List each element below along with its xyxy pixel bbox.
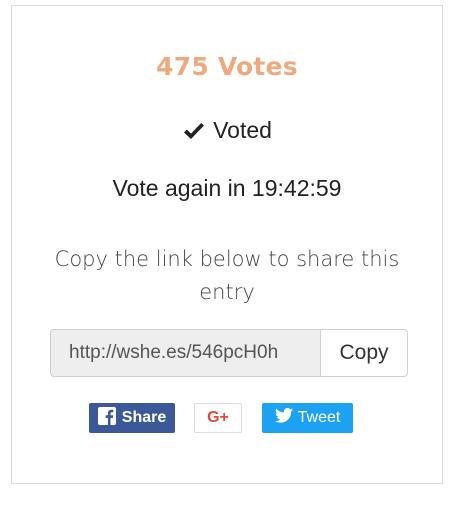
facebook-share-label: Share	[121, 409, 167, 426]
vote-again-countdown: Vote again in 19:42:59	[112, 175, 342, 201]
vote-count: 475 Votes	[156, 52, 298, 81]
google-plus-button[interactable]: G+	[194, 403, 242, 433]
share-link-field[interactable]	[50, 329, 320, 377]
twitter-bird-icon	[274, 408, 293, 428]
google-plus-label: G+	[207, 409, 229, 426]
copy-button[interactable]: Copy	[320, 329, 408, 377]
facebook-share-button[interactable]: Share	[89, 403, 175, 433]
twitter-tweet-button[interactable]: Tweet	[262, 403, 353, 433]
voted-status: Voted	[12, 117, 442, 144]
check-icon	[182, 121, 206, 141]
share-link-group: Copy	[50, 329, 408, 377]
voted-label: Voted	[213, 117, 272, 143]
share-instruction: Copy the link below to share this entry	[54, 247, 400, 304]
vote-card: 475 Votes Voted Vote again in 19:42:59 C…	[11, 5, 443, 484]
facebook-icon	[97, 406, 116, 430]
twitter-tweet-label: Tweet	[297, 409, 341, 426]
